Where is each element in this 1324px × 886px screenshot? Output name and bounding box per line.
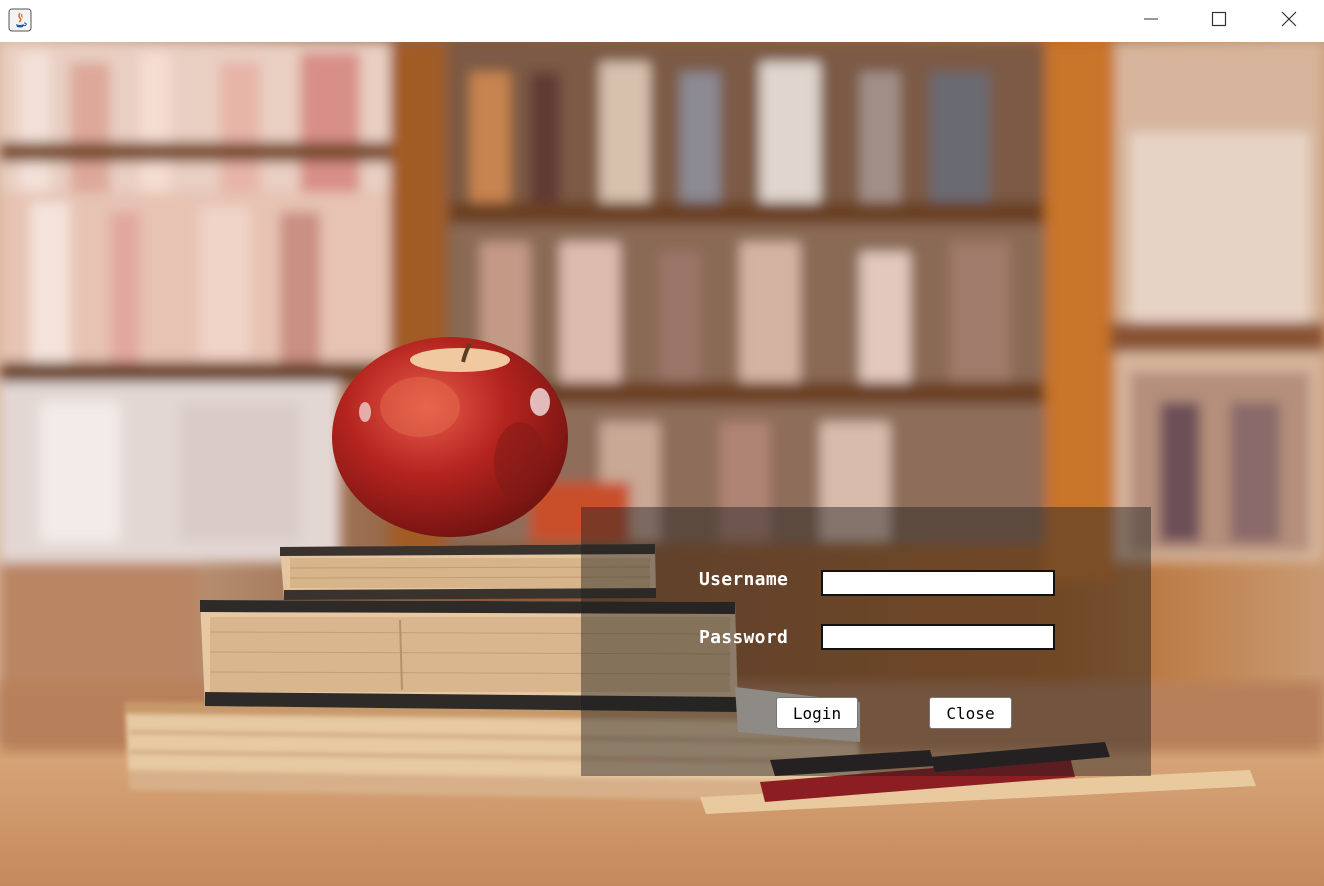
minimize-icon xyxy=(1144,18,1158,20)
username-label: Username xyxy=(699,569,789,590)
login-panel: Username Password Login Close xyxy=(581,507,1151,776)
password-input[interactable] xyxy=(821,624,1055,650)
username-input[interactable] xyxy=(821,570,1055,596)
close-button[interactable]: Close xyxy=(929,697,1012,729)
close-window-button[interactable] xyxy=(1254,0,1324,38)
close-icon xyxy=(1281,11,1297,27)
minimize-button[interactable] xyxy=(1116,0,1186,38)
maximize-icon xyxy=(1211,11,1227,27)
java-app-icon xyxy=(8,8,32,32)
maximize-button[interactable] xyxy=(1184,0,1254,38)
login-button[interactable]: Login xyxy=(776,697,858,729)
login-window: Username Password Login Close xyxy=(0,0,1324,886)
password-label: Password xyxy=(699,627,789,648)
title-bar xyxy=(0,0,1324,42)
